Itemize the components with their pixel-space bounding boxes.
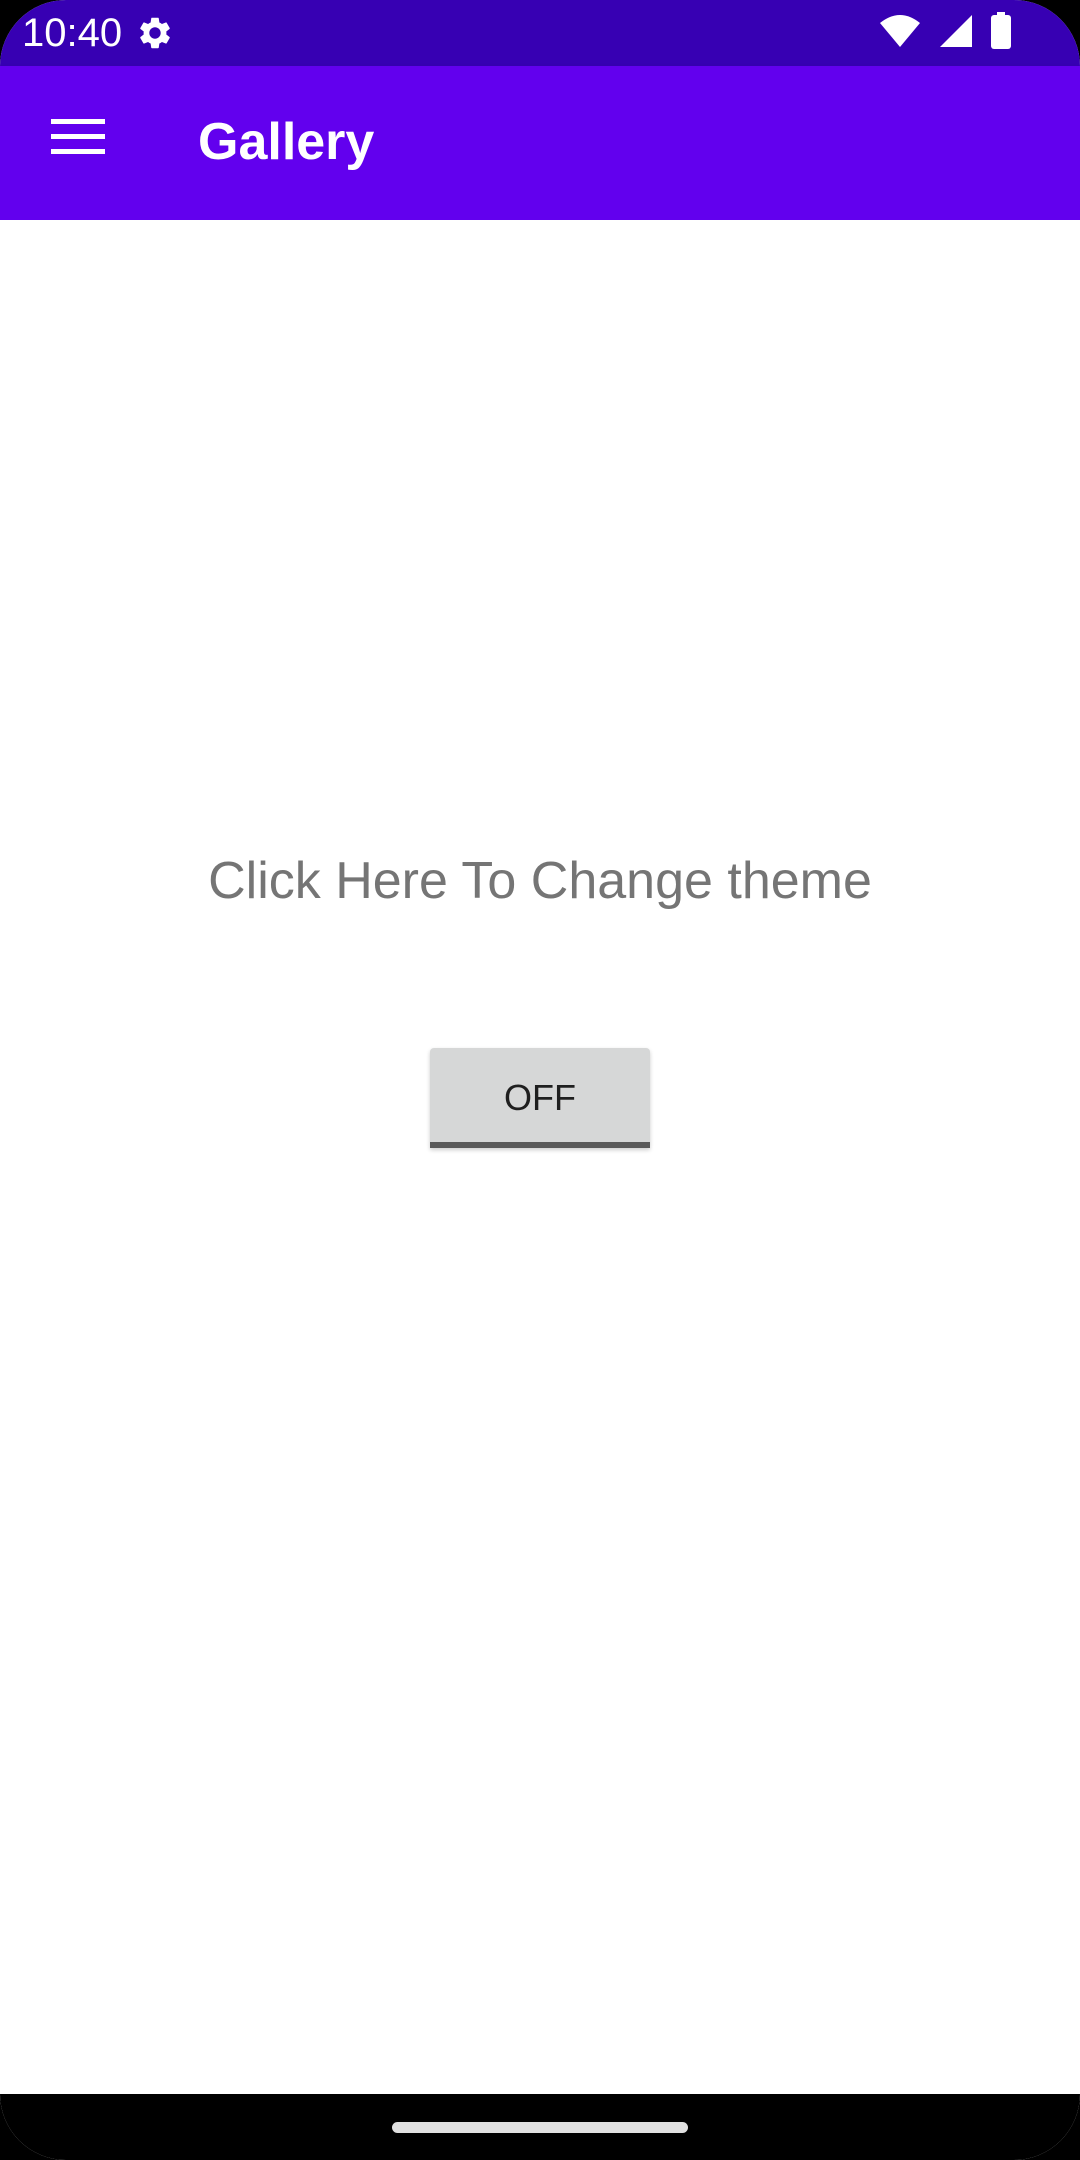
main-content: Click Here To Change theme OFF (0, 220, 1080, 2094)
hamburger-menu-icon (51, 117, 105, 162)
app-title: Gallery (198, 113, 375, 171)
app-bar: Gallery (0, 66, 1080, 220)
change-theme-label[interactable]: Click Here To Change theme (0, 850, 1080, 912)
navigation-bar (0, 2094, 1080, 2160)
gear-icon (136, 14, 174, 52)
battery-icon (990, 11, 1012, 55)
home-gesture-handle[interactable] (392, 2122, 688, 2133)
status-icons (878, 11, 1012, 55)
menu-button[interactable] (40, 101, 116, 177)
wifi-icon (878, 13, 922, 54)
status-time: 10:40 (22, 11, 123, 55)
phone-screen: 10:40 Gallery Click Here To Change theme… (0, 0, 1080, 2160)
signal-icon (938, 13, 974, 54)
status-bar: 10:40 (0, 0, 1080, 66)
theme-toggle-button[interactable]: OFF (430, 1048, 650, 1148)
